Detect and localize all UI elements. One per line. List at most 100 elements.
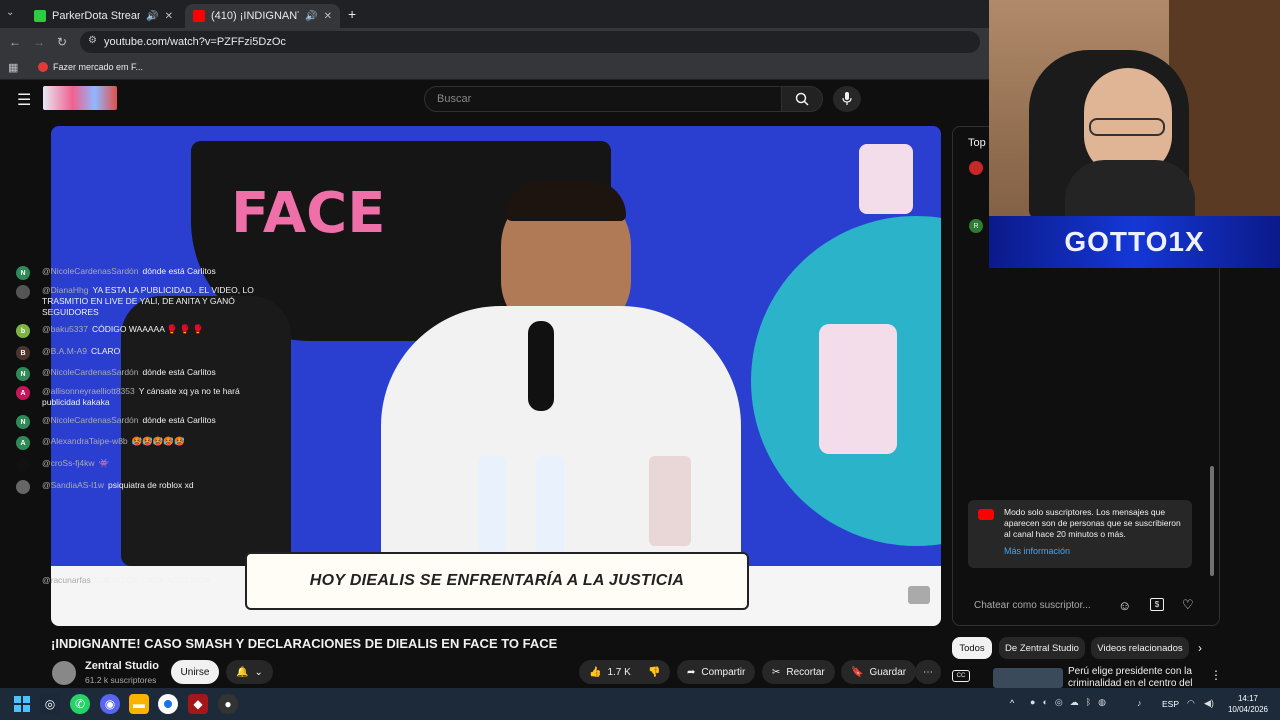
tray-app-icon[interactable]: ◐ [1042,697,1047,711]
close-tab-icon[interactable]: ✕ [324,11,332,22]
pinned-author-avatar [969,161,983,175]
channel-avatar[interactable] [52,661,76,685]
dislike-button[interactable]: 👎 [638,660,671,684]
save-button[interactable]: 🔖 Guardar [841,660,917,684]
chrome-icon[interactable] [158,694,178,714]
speaker-icon[interactable]: 🔊 [305,11,317,22]
chat-author[interactable]: @croSs-fj4kw [42,458,95,468]
reload-icon[interactable]: ↻ [57,35,67,49]
chat-scrollbar[interactable] [1210,466,1214,576]
notifications-button[interactable]: 🔔 ⌄ [226,660,273,684]
chevron-down-icon: ⌄ [254,666,263,678]
chat-author[interactable]: @SandiaAS-l1w [42,480,104,490]
youtube-icon [978,509,994,520]
chat-header-title[interactable]: Top [968,137,986,149]
hamburger-menu-icon[interactable]: ☰ [17,90,31,110]
bookmark-favicon-icon [38,62,48,72]
tray-app-icon[interactable]: ◍ [1098,697,1106,711]
system-tray-icons[interactable]: ● ◐ ◎ ☁ ᛒ ◍ [1030,697,1150,711]
more-info-link[interactable]: Más información [1004,546,1184,557]
chat-author[interactable]: @B.A.M-A9 [42,346,87,356]
chevron-right-icon[interactable]: › [1198,641,1202,655]
browser-tab-youtube[interactable]: (410) ¡INDIGNANTE! CASO 🔊 ✕ [185,4,340,28]
emoji-icon[interactable]: ☺ [1118,598,1131,613]
more-actions-button[interactable]: ⋯ [915,660,941,684]
tray-onedrive-icon[interactable]: ☁ [1070,697,1079,711]
whatsapp-icon[interactable]: ✆ [70,694,90,714]
thumbs-down-icon: 👎 [648,666,661,678]
chat-message: A @allisonneyraelliott8353 Y cánsate xq y… [16,386,256,408]
input-language[interactable]: ESP [1162,699,1179,709]
recommended-title[interactable]: Perú elige presidente con la criminalida… [1068,666,1204,688]
tray-app-icon[interactable]: ● [1030,697,1035,711]
address-bar[interactable]: ⚙ youtube.com/watch?v=PZFFzi5DzOc [80,31,980,53]
chat-author[interactable]: @DianaHhg [42,285,88,295]
volume-icon[interactable]: ◀) [1204,698,1214,709]
clock[interactable]: 14:17 10/04/2026 [1226,693,1270,715]
chat-text: dónde está Carlitos [142,266,216,276]
tab-search-icon[interactable]: ⌄ [6,7,14,18]
obs-icon[interactable]: ● [218,694,238,714]
microphone-tray-icon[interactable]: ♪ [1137,698,1142,708]
forward-arrow-icon[interactable]: → [33,35,45,49]
back-arrow-icon[interactable]: ← [9,35,21,49]
windows-start-icon[interactable] [12,694,32,714]
face-logo-text: FACE [231,181,386,246]
chat-author[interactable]: @AlexandraTaipe-w8b [42,436,128,446]
recommended-thumbnail[interactable] [993,668,1063,688]
discord-icon[interactable]: ◉ [100,694,120,714]
thumbs-up-icon: 👍 [589,666,602,678]
kick-favicon-icon [34,10,46,22]
channel-doodle-logo[interactable] [43,86,117,110]
chat-author[interactable]: @NicoleCardenasSardón [42,367,139,377]
chat-author[interactable]: @racunarfas [42,575,91,585]
apps-grid-icon[interactable]: ▦ [8,61,18,74]
chip-from-channel[interactable]: De Zentral Studio [999,637,1085,659]
chip-all[interactable]: Todos [952,637,992,659]
browser-tab-parkerdota[interactable]: ParkerDota Stream - Watch 🔊 ✕ [26,4,181,28]
voice-search-button[interactable] [833,86,861,112]
notice-text: Modo solo suscriptores. Los mensajes que… [1004,507,1181,539]
chat-author[interactable]: @NicoleCardenasSardón [42,415,139,425]
like-button[interactable]: 👍 1.7 K [579,660,641,684]
chat-avatar: A [16,436,30,450]
share-button[interactable]: ➦ Compartir [677,660,756,684]
tray-bluetooth-icon[interactable]: ᛒ [1086,697,1091,711]
heart-icon[interactable]: ♡ [1182,597,1194,613]
subscriber-count: 61.2 k suscriptores [85,675,157,685]
speaker-icon[interactable]: 🔊 [146,11,158,22]
chat-text: dónde está Carlitos [142,415,216,425]
tray-chevron-icon[interactable]: ^ [1010,698,1014,708]
close-tab-icon[interactable]: ✕ [165,11,173,22]
join-button[interactable]: Unirse [171,660,219,684]
water-bottle [536,456,564,566]
channel-name[interactable]: Zentral Studio [85,660,159,672]
chat-input[interactable]: Chatear como suscriptor... [974,600,1091,611]
bookmark-link[interactable]: Fazer mercado em F... [53,62,143,72]
site-info-icon[interactable]: ⚙ [88,35,97,46]
tray-steam-icon[interactable]: ◎ [1055,697,1063,711]
more-vert-icon[interactable]: ⋮ [1210,668,1222,682]
chat-author[interactable]: @baku5337 [42,324,88,334]
chat-author[interactable]: @NicoleCardenasSardón [42,266,139,276]
chat-message: @SandiaAS-l1w psiquiatra de roblox xd [16,480,256,494]
chat-message: @racunarfas LUEGO DE CADA AGRESION [16,575,256,586]
super-chat-icon[interactable]: $ [1150,598,1164,611]
file-explorer-icon[interactable]: ▬ [129,694,149,714]
wifi-icon[interactable]: ◠ [1187,698,1195,709]
chat-author[interactable]: @allisonneyraelliott8353 [42,386,135,396]
lower-third-banner: HOY DIEALIS SE ENFRENTARÍA A LA JUSTICIA [245,552,749,610]
chat-avatar [16,458,30,472]
steam-icon[interactable]: ◎ [40,694,60,714]
chat-input-row: Chatear como suscriptor... ☺ $ ♡ [952,590,1220,624]
like-count: 1.7 K [607,666,631,678]
chat-message: A @AlexandraTaipe-w8b 🥵🥵🥵🥵🥵 [16,436,256,450]
search-input[interactable]: Buscar [424,86,782,112]
streamer-shirt [1065,160,1195,220]
chip-related[interactable]: Videos relacionados [1091,637,1189,659]
zentral-watermark-icon [908,586,930,604]
clip-button[interactable]: ✂ Recortar [762,660,835,684]
new-tab-button[interactable]: + [348,6,356,22]
dota-icon[interactable]: ◆ [188,694,208,714]
search-button[interactable] [781,86,823,112]
